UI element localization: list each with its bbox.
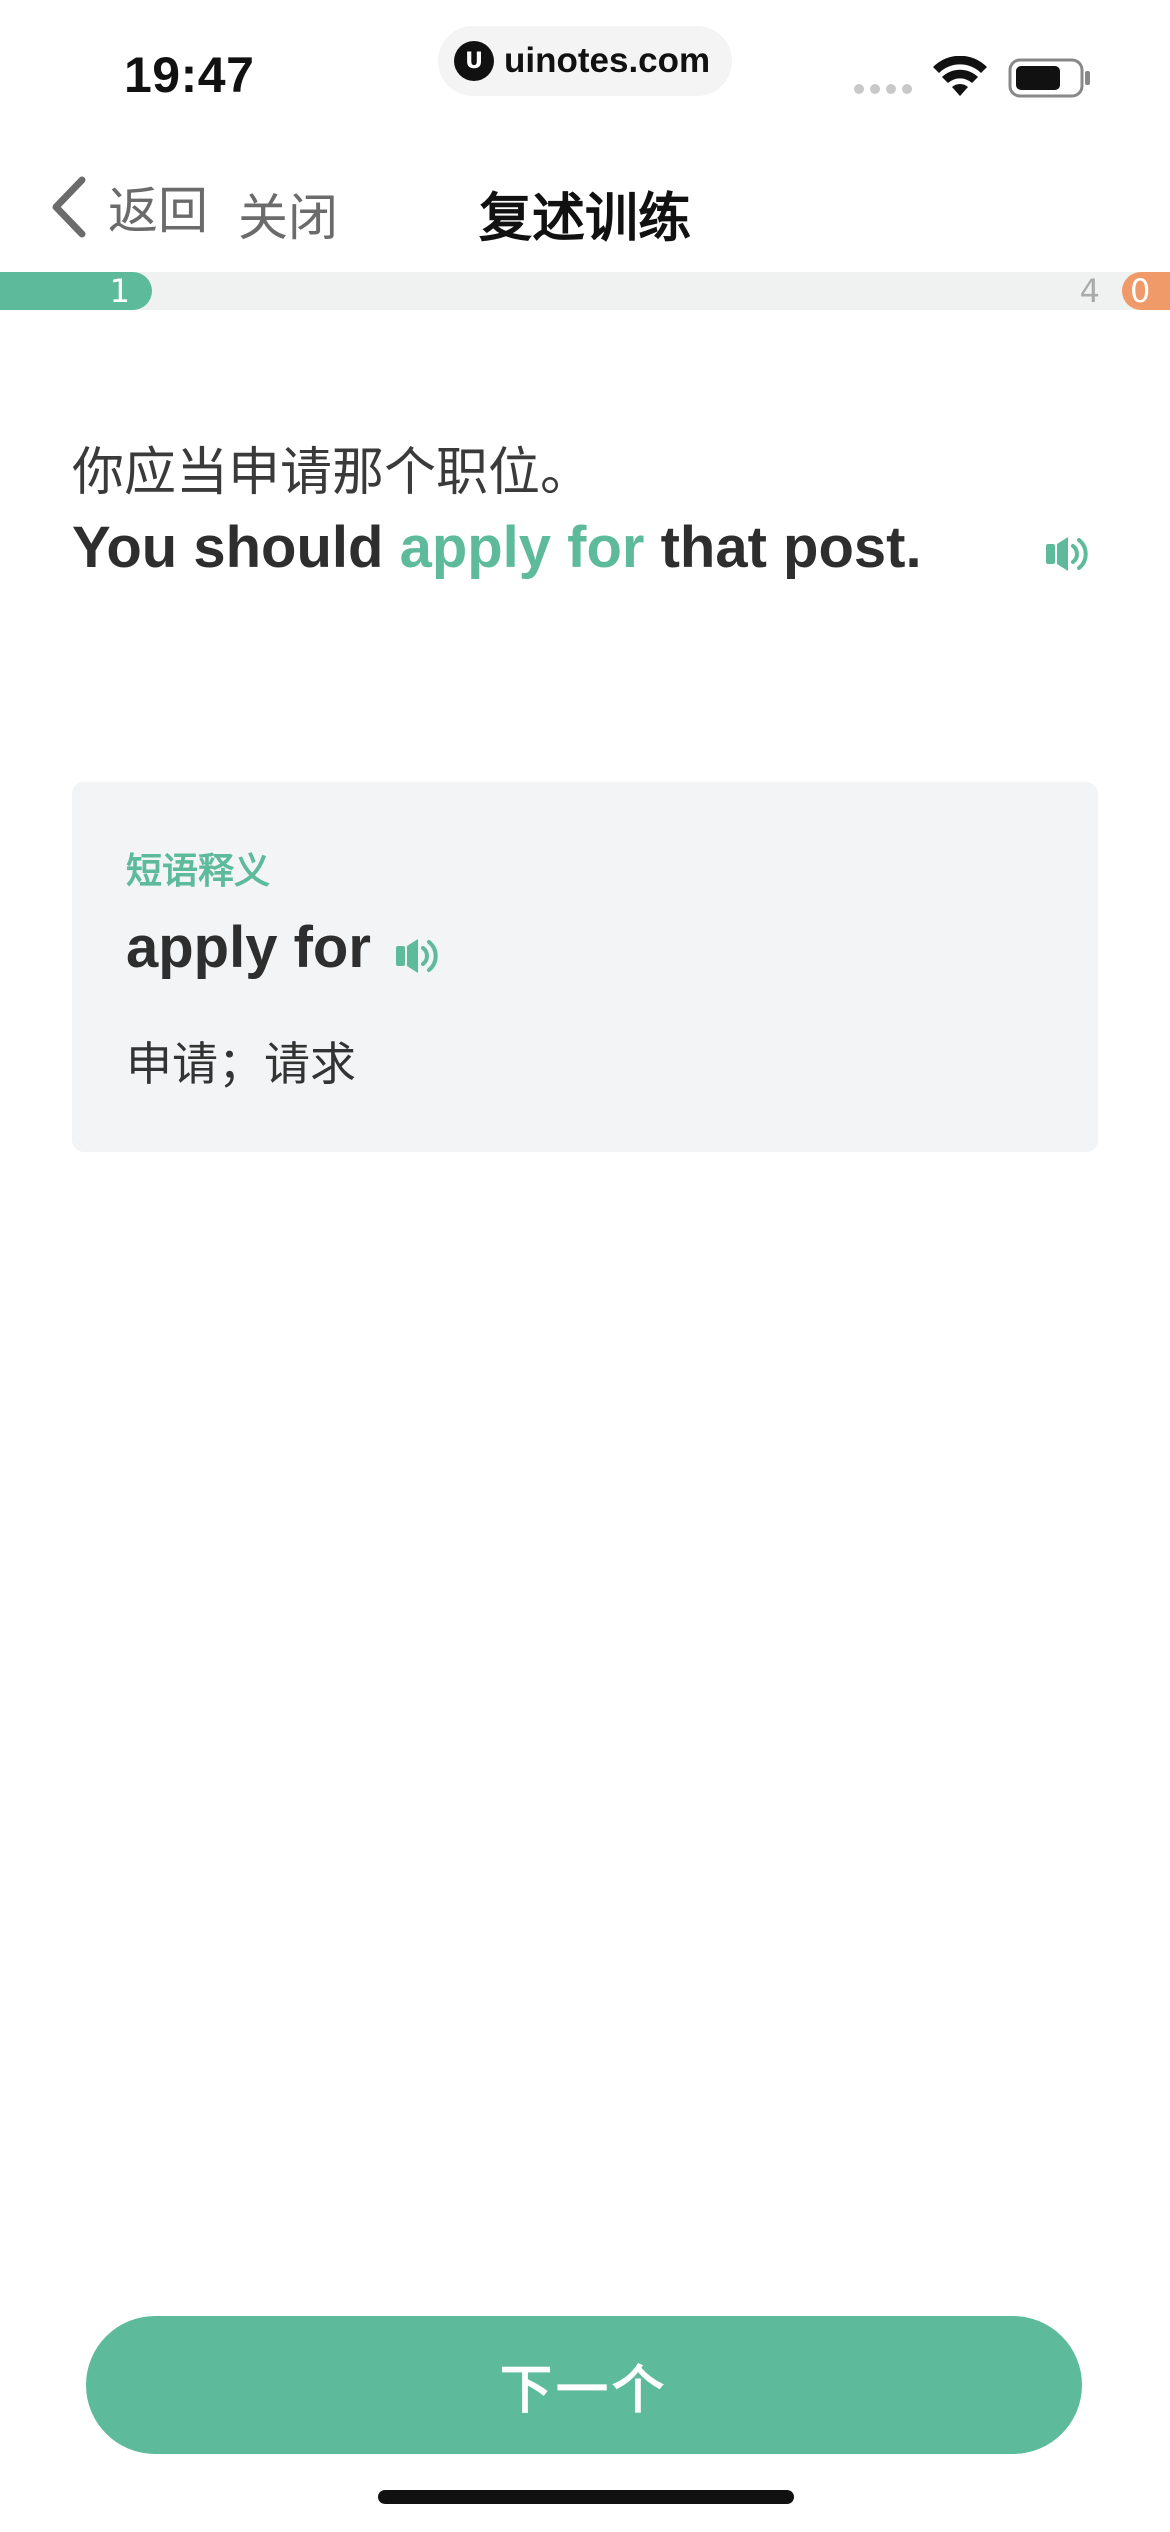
page-title: 复述训练 bbox=[479, 188, 691, 249]
progress-current: 1 bbox=[109, 272, 130, 310]
uinotes-logo-icon: U bbox=[454, 41, 494, 81]
signal-icon bbox=[854, 84, 912, 94]
next-button[interactable]: 下一个 bbox=[86, 2316, 1082, 2454]
phrase-heading: 短语释义 bbox=[126, 851, 271, 892]
url-pill[interactable]: U uinotes.com bbox=[438, 26, 732, 96]
wifi-icon bbox=[933, 56, 987, 96]
progress-total: 4 bbox=[1079, 272, 1100, 310]
phrase-term: apply for bbox=[126, 915, 371, 980]
speaker-icon[interactable] bbox=[1044, 534, 1090, 574]
progress-bar: 1 4 0 bbox=[0, 272, 1170, 310]
sentence-english-before: You should bbox=[72, 515, 400, 580]
sentence-english: You should apply for that post. bbox=[72, 514, 922, 581]
url-text: uinotes.com bbox=[504, 41, 711, 80]
sentence-chinese: 你应当申请那个职位。 bbox=[72, 443, 593, 503]
speaker-icon[interactable] bbox=[394, 936, 440, 976]
progress-wrong-count: 0 bbox=[1122, 272, 1170, 310]
sentence-english-highlight: apply for bbox=[399, 515, 645, 580]
status-time: 19:47 bbox=[124, 47, 255, 103]
home-indicator bbox=[378, 2490, 794, 2504]
phrase-meaning: 申请；请求 bbox=[126, 1037, 356, 1091]
sentence-english-after: that post. bbox=[644, 515, 922, 580]
phrase-card: 短语释义 apply for 申请；请求 bbox=[72, 782, 1098, 1152]
battery-icon bbox=[1008, 58, 1090, 98]
page: 19:47 U uinotes.com 返回 关闭 复述训练 1 4 0 你应当… bbox=[0, 0, 1170, 2532]
